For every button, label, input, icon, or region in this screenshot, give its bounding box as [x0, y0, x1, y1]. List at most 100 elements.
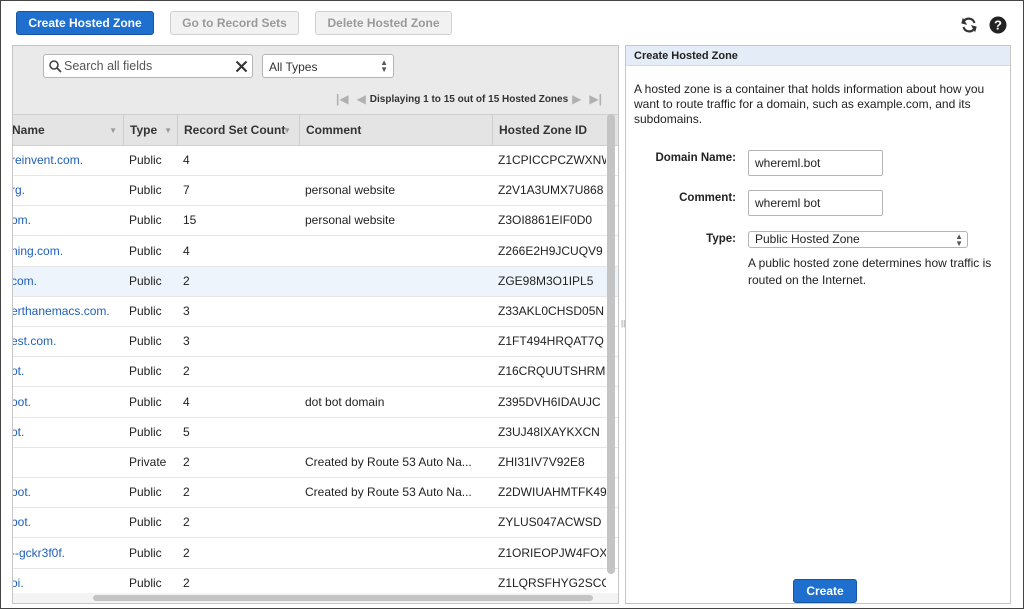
comment-cell [305, 539, 485, 569]
zone-type-cell: Public [129, 545, 162, 560]
table-row[interactable]: Private 2 Created by Route 53 Auto Na... ZH… [13, 448, 618, 478]
record-count-cell: 7 [183, 183, 190, 198]
panel-title: Create Hosted Zone [626, 46, 1010, 66]
search-box[interactable] [43, 54, 253, 78]
table-row[interactable]: oi. Public 2 Z1LQRSFHYG2SCC [13, 568, 618, 592]
first-page-icon[interactable]: |◀ [336, 92, 349, 106]
create-hosted-zone-button[interactable]: Create Hosted Zone [16, 11, 154, 35]
table-row[interactable]: reinvent.com. Public 4 Z1CPICCPCZWXNW [13, 146, 618, 176]
zone-type-cell: Public [129, 485, 162, 500]
column-header-record-set-count[interactable]: Record Set Count ▼ [177, 115, 295, 146]
zone-type-cell: Public [129, 364, 162, 379]
delete-hosted-zone-button[interactable]: Delete Hosted Zone [315, 11, 452, 35]
comment-cell [305, 327, 485, 357]
zone-name-link[interactable] [13, 448, 121, 478]
vertical-scrollbar[interactable] [607, 114, 616, 594]
table-row[interactable]: om. Public 15 personal website Z3OI8861EIF0D… [13, 206, 618, 237]
zone-type-select[interactable]: Public Hosted Zone ▲ ▼ [748, 231, 968, 248]
pager: |◀ ◀ Displaying 1 to 15 out of 15 Hosted… [332, 91, 606, 107]
zone-type-cell: Public [129, 394, 162, 409]
zone-name-link[interactable]: om. [13, 206, 121, 236]
sort-icon: ▼ [164, 126, 172, 135]
domain-name-input[interactable] [748, 150, 883, 176]
horizontal-scrollbar[interactable] [13, 593, 618, 603]
table-row[interactable]: --gckr3f0f. Public 2 Z1ORIEOPJW4FOX [13, 538, 618, 569]
comment-cell: personal website [305, 213, 396, 228]
record-count-cell: 2 [183, 575, 190, 590]
search-input[interactable] [64, 58, 229, 74]
table-row[interactable]: com. Public 2 ZGE98M3O1IPL5 [13, 266, 618, 297]
record-count-cell: 2 [183, 364, 190, 379]
refresh-icon[interactable] [959, 15, 979, 35]
record-count-cell: 2 [183, 515, 190, 530]
select-arrows-icon: ▲ ▼ [380, 58, 388, 74]
next-page-icon[interactable]: ▶ [572, 92, 581, 106]
pager-text: Displaying 1 to 15 out of 15 Hosted Zone… [369, 93, 569, 105]
table-row[interactable]: oot. Public 2 Created by Route 53 Auto Na..… [13, 478, 618, 509]
zone-name-link[interactable]: --gckr3f0f. [13, 539, 121, 569]
zone-name-link[interactable]: reinvent.com. [13, 146, 121, 176]
comment-cell [305, 508, 485, 538]
create-hosted-zone-panel: Create Hosted Zone A hosted zone is a co… [625, 45, 1011, 604]
record-count-cell: 5 [183, 424, 190, 439]
hosted-zone-id-cell: Z1LQRSFHYG2SCC [498, 575, 606, 590]
record-count-cell: 4 [183, 394, 190, 409]
hosted-zone-id-cell: Z1ORIEOPJW4FOX [498, 545, 606, 560]
zone-name-link[interactable]: ot. [13, 357, 121, 387]
help-icon[interactable]: ? [988, 15, 1008, 35]
zone-name-link[interactable]: oi. [13, 569, 121, 592]
zone-name-link[interactable]: rg. [13, 176, 121, 206]
column-header-name[interactable]: Name ▼ [13, 115, 121, 146]
column-header-hosted-zone-id[interactable]: Hosted Zone ID [492, 115, 607, 146]
record-count-cell: 3 [183, 304, 190, 318]
zone-name-link[interactable]: bot. [13, 508, 121, 538]
zone-name-link[interactable]: ot. [13, 418, 121, 448]
table-row[interactable]: bot. Public 2 ZYLUS047ACWSD [13, 508, 618, 539]
zone-name-link[interactable]: est.com. [13, 327, 121, 357]
clear-search-icon[interactable] [235, 60, 248, 73]
type-filter-select[interactable]: All Types ▲ ▼ [262, 54, 394, 78]
search-icon [49, 60, 62, 73]
table-row[interactable]: est.com. Public 3 Z1FT494HRQAT7Q [13, 327, 618, 358]
hosted-zone-id-cell: Z16CRQUUTSHRM5 [498, 364, 606, 379]
record-count-cell: 4 [183, 243, 190, 258]
hosted-zone-id-cell: ZGE98M3O1IPL5 [498, 273, 594, 288]
hosted-zones-panel: All Types ▲▼ |◀ ◀ Displaying 1 to 15 out… [12, 45, 619, 604]
zone-type-cell: Public [129, 424, 162, 439]
comment-cell [305, 569, 485, 592]
table-row[interactable]: erthanemacs.com. Public 3 Z33AKL0CHSD05N [13, 297, 618, 327]
create-button[interactable]: Create [793, 579, 857, 603]
zone-type-cell: Public [129, 273, 162, 288]
column-header-comment[interactable]: Comment [299, 115, 489, 146]
comment-cell: Created by Route 53 Auto Na... [305, 485, 472, 500]
zone-name-link[interactable]: oot. [13, 478, 121, 508]
hosted-zone-id-cell: Z3OI8861EIF0D0 [498, 213, 593, 228]
column-header-type[interactable]: Type ▼ [123, 115, 176, 146]
table-row[interactable]: ot. Public 2 Z16CRQUUTSHRM5 [13, 357, 618, 388]
zone-name-link[interactable]: oot. [13, 388, 121, 418]
comment-cell [305, 146, 485, 176]
prev-page-icon[interactable]: ◀ [357, 92, 366, 106]
hosted-zone-id-cell: Z2V1A3UMX7U868 [498, 183, 604, 198]
table-row[interactable]: ning.com. Public 4 Z266E2H9JCUQV9 [13, 236, 618, 267]
record-count-cell: 15 [183, 213, 197, 228]
panel-description: A hosted zone is a container that holds … [634, 82, 985, 126]
toolbar: Create Hosted Zone Go to Record Sets Del… [1, 1, 1023, 45]
hosted-zone-id-cell: Z3UJ48IXAYKXCN [498, 424, 600, 439]
table-row[interactable]: oot. Public 4 dot bot domain Z395DVH6IDAUJC [13, 387, 618, 418]
zone-name-link[interactable]: com. [13, 267, 121, 297]
record-count-cell: 2 [183, 273, 190, 288]
panel-splitter[interactable]: || [621, 319, 625, 329]
table-row[interactable]: ot. Public 5 Z3UJ48IXAYKXCN [13, 417, 618, 448]
go-to-record-sets-button[interactable]: Go to Record Sets [170, 11, 299, 35]
zone-type-hint: A public hosted zone determines how traf… [748, 256, 992, 287]
table-row[interactable]: rg. Public 7 personal website Z2V1A3UMX7U868 [13, 176, 618, 207]
zone-name-link[interactable]: ning.com. [13, 237, 121, 267]
comment-cell [305, 297, 485, 327]
last-page-icon[interactable]: ▶| [589, 92, 602, 106]
zone-type-cell: Public [129, 153, 162, 167]
zone-type-cell: Public [129, 183, 162, 198]
zone-name-link[interactable]: erthanemacs.com. [13, 297, 121, 327]
hosted-zone-id-cell: ZYLUS047ACWSD [498, 515, 602, 530]
comment-input[interactable] [748, 190, 883, 216]
